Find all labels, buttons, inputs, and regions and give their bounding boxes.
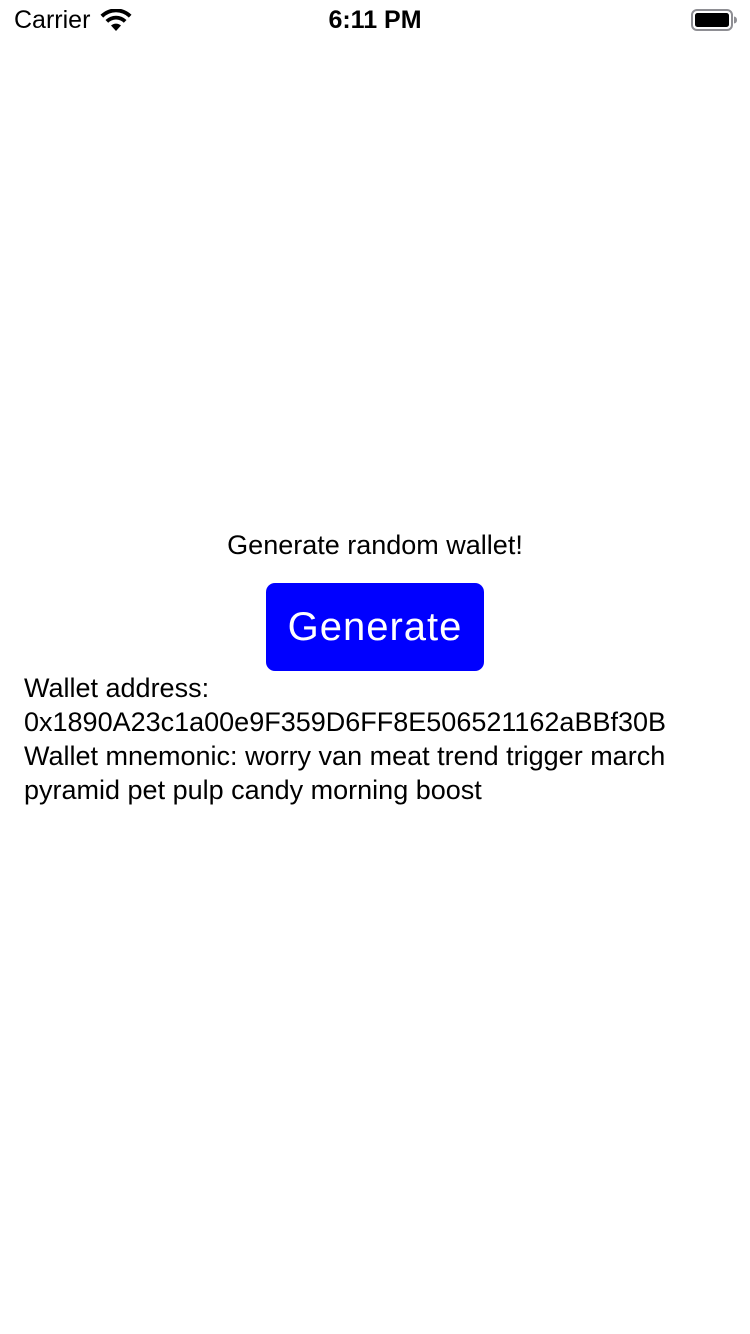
wallet-mnemonic-line-1: Wallet mnemonic: worry van meat trend tr… bbox=[24, 741, 666, 771]
battery-full-icon bbox=[691, 9, 737, 31]
app-screen: Carrier 6:11 PM Generate random wallet! … bbox=[0, 0, 750, 1334]
generate-button[interactable]: Generate bbox=[266, 583, 484, 671]
wallet-mnemonic-line-2: pyramid pet pulp candy morning boost bbox=[24, 775, 482, 805]
wallet-address-value: 0x1890A23c1a00e9F359D6FF8E506521162aBBf3… bbox=[24, 707, 667, 737]
generate-prompt-text: Generate random wallet! bbox=[227, 530, 523, 560]
clock-time: 6:11 PM bbox=[328, 6, 422, 34]
wallet-info: Wallet address: 0x1890A23c1a00e9F359D6FF… bbox=[24, 671, 734, 807]
status-bar: Carrier 6:11 PM bbox=[0, 0, 750, 40]
wallet-address-label: Wallet address: bbox=[24, 673, 210, 703]
